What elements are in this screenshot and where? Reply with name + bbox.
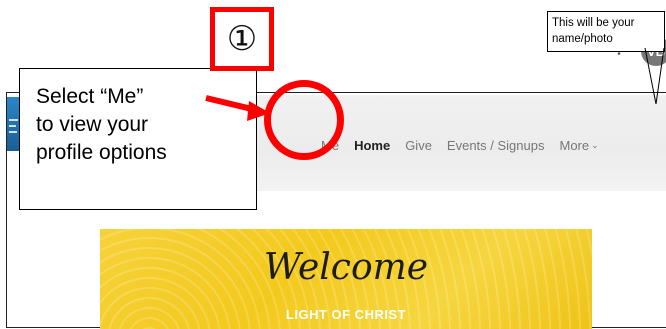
note-pointer-line <box>644 47 657 105</box>
annotation-arrows <box>205 47 665 121</box>
red-arrow-head <box>247 101 270 121</box>
note-pointer-line <box>655 47 665 105</box>
